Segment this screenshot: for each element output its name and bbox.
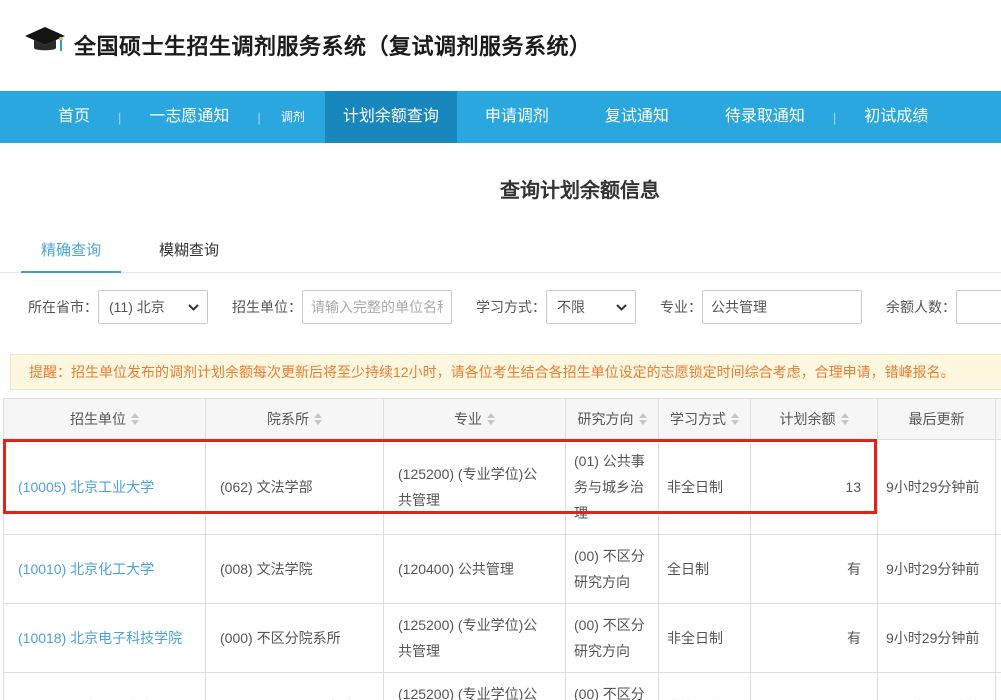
province-label: 所在省市： (28, 297, 98, 317)
column-header-label: 专业 (454, 409, 482, 429)
sort-icon[interactable] (131, 413, 139, 425)
column-header-label: 计划余额 (780, 409, 836, 429)
cell-unit: (10022) 北京林业大学 (4, 673, 206, 700)
sort-icon[interactable] (841, 413, 849, 425)
major-input[interactable] (702, 290, 862, 324)
cell-quota: 13 (751, 440, 878, 535)
sort-icon[interactable] (731, 413, 739, 425)
column-header[interactable]: 计划余额 (751, 399, 878, 440)
column-header-empty (996, 399, 1001, 440)
table-row: (10018) 北京电子科技学院 (000) 不区分院系所(125200) (专业… (4, 604, 1001, 673)
results-table: 招生单位 院系所 专业 研究方向 学习方式 计划余额 最后更新 (10005) 北京工业大学… (3, 398, 1001, 700)
major-label: 专业： (660, 297, 702, 317)
nav-item-7[interactable]: 复试通知 (577, 91, 697, 143)
sort-icon[interactable] (314, 413, 322, 425)
graduation-cap-icon (24, 26, 66, 63)
province-select[interactable]: (11) 北京 (98, 290, 208, 324)
cell-mode: 全日制 (659, 535, 751, 604)
unit-link[interactable]: (10018) 北京电子科技学院 (18, 630, 182, 646)
nav-item-10[interactable]: 初试成绩 (836, 91, 956, 143)
cell-direction: (01) 公共事务与城乡治理 (566, 440, 659, 535)
cell-unit: (10010) 北京化工大学 (4, 535, 206, 604)
cell-quota: 29 (751, 673, 878, 700)
column-header-label: 学习方式 (670, 409, 726, 429)
cell-empty (996, 673, 1001, 700)
column-header[interactable]: 研究方向 (566, 399, 659, 440)
study-mode-select[interactable]: 不限 (546, 290, 636, 324)
top-header: 彭*超 全国硕士生招生调剂服务系统（复试调剂服务系统） (0, 0, 1001, 91)
unit-link[interactable]: (10005) 北京工业大学 (18, 479, 154, 495)
sort-icon[interactable] (487, 413, 495, 425)
table-row: (10022) 北京林业大学(015) 马克思主义学院(125200) (专业学… (4, 673, 1001, 700)
cell-major: (120400) 公共管理 (384, 535, 566, 604)
cell-quota: 有 (751, 535, 878, 604)
table-body: (10005) 北京工业大学(062) 文法学部(125200) (专业学位)公… (4, 440, 1001, 700)
cell-empty (996, 440, 1001, 535)
unit-link[interactable]: (10010) 北京化工大学 (18, 561, 154, 577)
nav-item-5[interactable]: 计划余额查询 (325, 91, 457, 143)
cell-updated: 9小时29分钟前 (878, 604, 996, 673)
cell-mode: 非全日制 (659, 673, 751, 700)
filter-bar: 所在省市： (11) 北京 招生单位： 学习方式： 不限 (0, 290, 1001, 324)
quota-count-label: 余额人数： (886, 297, 956, 317)
cell-updated: 9小时29分钟前 (878, 440, 996, 535)
cell-dept: (015) 马克思主义学院 (206, 673, 384, 700)
notice-banner: 提醒：招生单位发布的调剂计划余额每次更新后将至少持续12小时，请各位考生结合各招… (10, 354, 1001, 390)
nav-item-6[interactable]: 申请调剂 (457, 91, 577, 143)
nav-item-8[interactable]: 待录取通知 (697, 91, 833, 143)
column-header-label: 研究方向 (578, 409, 634, 429)
column-header[interactable]: 院系所 (206, 399, 384, 440)
table-row: (10005) 北京工业大学 (062) 文法学部(125200) (专业学位)公… (4, 440, 1001, 535)
cell-unit: (10018) 北京电子科技学院 (4, 604, 206, 673)
cell-direction: (00) 不区分研究方向 (566, 535, 659, 604)
cell-unit: (10005) 北京工业大学 (4, 440, 206, 535)
results-table-wrap: 招生单位 院系所 专业 研究方向 学习方式 计划余额 最后更新 (10005) 北京工业大学… (3, 398, 1001, 700)
cell-empty (996, 604, 1001, 673)
cell-updated: 9小时29分钟前 (878, 535, 996, 604)
cell-dept: (062) 文法学部 (206, 440, 384, 535)
cell-dept: (000) 不区分院系所 (206, 604, 384, 673)
sort-icon[interactable] (639, 413, 647, 425)
cell-dept: (008) 文法学院 (206, 535, 384, 604)
unit-label: 招生单位： (232, 297, 302, 317)
column-header-label: 最后更新 (909, 409, 965, 429)
study-mode-select-value: 不限 (557, 297, 585, 317)
table-header-row: 招生单位 院系所 专业 研究方向 学习方式 计划余额 最后更新 (4, 399, 1001, 440)
nav-bar: 首页|一志愿通知|调剂计划余额查询申请调剂复试通知待录取通知|初试成绩 (0, 91, 1001, 143)
nav-item-0[interactable]: 首页 (30, 91, 118, 143)
cell-quota: 有 (751, 604, 878, 673)
table-row: (10010) 北京化工大学 (008) 文法学院(120400) 公共管理(00… (4, 535, 1001, 604)
column-header[interactable]: 专业 (384, 399, 566, 440)
province-select-value: (11) 北京 (109, 297, 165, 317)
query-tabs: 精确查询 模糊查询 (0, 228, 1001, 273)
column-header-label: 院系所 (267, 409, 309, 429)
cell-mode: 非全日制 (659, 440, 751, 535)
unit-input[interactable] (302, 290, 452, 324)
tab-exact-query[interactable]: 精确查询 (21, 228, 121, 273)
tab-fuzzy-query[interactable]: 模糊查询 (139, 228, 239, 273)
study-mode-label: 学习方式： (476, 297, 546, 317)
column-header-label: 招生单位 (70, 409, 126, 429)
nav-item-2[interactable]: 一志愿通知 (121, 91, 257, 143)
column-header[interactable]: 招生单位 (4, 399, 206, 440)
cell-major: (125200) (专业学位)公共管理 (384, 604, 566, 673)
cell-mode: 非全日制 (659, 604, 751, 673)
cell-major: (125200) (专业学位)公共管理 (384, 673, 566, 700)
chevron-down-icon (188, 304, 199, 311)
quota-count-input[interactable] (956, 290, 1001, 324)
nav-item-4[interactable]: 调剂 (261, 91, 325, 143)
page: 彭*超 全国硕士生招生调剂服务系统（复试调剂服务系统） 首页|一志愿通知|调剂计… (0, 0, 1001, 700)
nav-menu: 首页|一志愿通知|调剂计划余额查询申请调剂复试通知待录取通知|初试成绩 (0, 91, 1001, 143)
cell-major: (125200) (专业学位)公共管理 (384, 440, 566, 535)
app-title: 全国硕士生招生调剂服务系统（复试调剂服务系统） (74, 29, 592, 61)
brand: 全国硕士生招生调剂服务系统（复试调剂服务系统） (0, 0, 1001, 63)
page-title: 查询计划余额信息 (0, 174, 1001, 203)
cell-direction: (00) 不区分研究方向 (566, 673, 659, 700)
column-header[interactable]: 学习方式 (659, 399, 751, 440)
chevron-down-icon (616, 304, 627, 311)
cell-updated: 9小时28分钟前 (878, 673, 996, 700)
cell-direction: (00) 不区分研究方向 (566, 604, 659, 673)
cell-empty (996, 535, 1001, 604)
column-header: 最后更新 (878, 399, 996, 440)
